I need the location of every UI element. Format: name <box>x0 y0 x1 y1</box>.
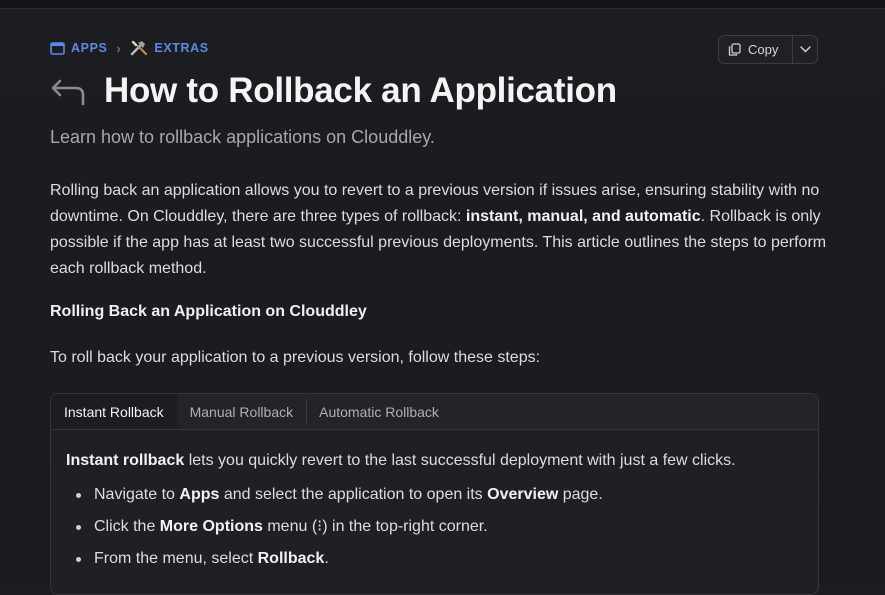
step-text: and select the application to open its <box>219 486 488 503</box>
copy-button[interactable]: Copy <box>719 36 792 63</box>
step-bold: Overview <box>487 486 559 503</box>
breadcrumb-extras[interactable]: EXTRAS <box>130 40 208 56</box>
page-title: How to Rollback an Application <box>104 71 617 110</box>
instant-intro-text: lets you quickly revert to the last succ… <box>184 452 736 469</box>
step-text: From the menu, select <box>94 550 258 567</box>
step-text: . <box>324 550 329 567</box>
breadcrumb-separator: › <box>116 40 122 56</box>
chevron-down-icon <box>799 46 811 53</box>
back-arrow-icon[interactable] <box>50 73 86 109</box>
intro-paragraph: Rolling back an application allows you t… <box>50 178 830 282</box>
breadcrumb: APPS › EXTRAS <box>50 39 209 57</box>
step-text: Navigate to <box>94 486 180 503</box>
copy-icon <box>728 43 741 56</box>
instant-steps: Navigate to Apps and select the applicat… <box>66 483 803 571</box>
tab-instant-rollback[interactable]: Instant Rollback <box>51 394 177 429</box>
step-text: menu (⁝) in the top-right corner. <box>262 518 488 535</box>
step-bold: Apps <box>179 486 220 503</box>
step-text: Click the <box>94 518 160 535</box>
intro-bold: instant, manual, and automatic <box>465 208 701 225</box>
copy-options-button[interactable] <box>793 36 817 63</box>
tab-manual-rollback[interactable]: Manual Rollback <box>177 394 307 429</box>
page-subtitle: Learn how to rollback applications on Cl… <box>50 127 435 147</box>
app-window-icon <box>50 41 65 55</box>
instant-intro-bold: Instant rollback <box>66 452 185 469</box>
list-item: Click the More Options menu (⁝) in the t… <box>76 515 803 539</box>
copy-label: Copy <box>748 42 779 57</box>
list-item: Navigate to Apps and select the applicat… <box>76 483 803 507</box>
breadcrumb-apps-label: APPS <box>71 41 108 55</box>
step-bold: Rollback <box>257 550 325 567</box>
rollback-tabs: Instant Rollback Manual Rollback Automat… <box>50 393 819 595</box>
tab-automatic-rollback[interactable]: Automatic Rollback <box>306 394 452 429</box>
tab-bar: Instant Rollback Manual Rollback Automat… <box>51 394 818 430</box>
breadcrumb-apps[interactable]: APPS <box>50 41 107 55</box>
section-heading: Rolling Back an Application on Clouddley <box>50 303 367 320</box>
copy-page-control: Copy <box>718 35 818 64</box>
step-text: page. <box>558 486 603 503</box>
tools-icon <box>131 40 148 56</box>
instant-intro: Instant rollback lets you quickly revert… <box>66 449 803 473</box>
top-bar <box>0 0 885 9</box>
title-row: How to Rollback an Application <box>50 70 617 112</box>
steps-intro: To roll back your application to a previ… <box>50 349 541 366</box>
breadcrumb-extras-label: EXTRAS <box>154 41 209 55</box>
tab-panel-instant: Instant rollback lets you quickly revert… <box>51 449 818 571</box>
list-item: From the menu, select Rollback. <box>76 547 803 571</box>
step-bold: More Options <box>159 518 263 535</box>
